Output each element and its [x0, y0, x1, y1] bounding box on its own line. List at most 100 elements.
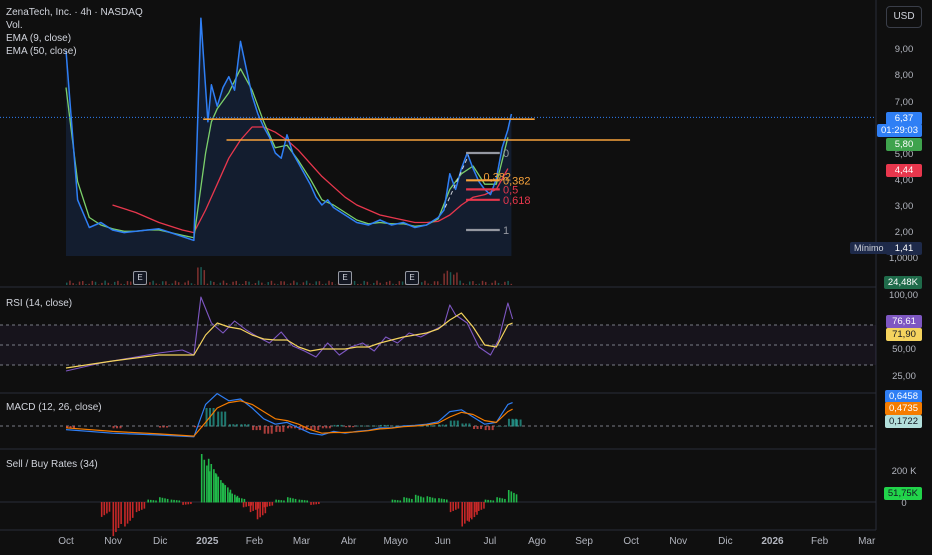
volume-bar: [312, 284, 314, 285]
macd-histogram-bar: [503, 426, 505, 427]
time-axis-label: Mar: [293, 536, 311, 547]
volume-bar: [399, 281, 401, 285]
volume-bar: [325, 284, 327, 285]
volume-bar: [82, 281, 84, 285]
earnings-badge[interactable]: E: [133, 271, 147, 285]
time-axis-label: Dic: [718, 536, 732, 547]
sellbuy-bar: [138, 502, 140, 511]
volume-bar: [79, 282, 81, 285]
sellbuy-bar: [490, 500, 492, 502]
macd-histogram-bar: [194, 426, 196, 427]
sellbuy-bar: [162, 498, 164, 503]
sellbuy-bar: [483, 502, 485, 509]
volume-bar: [207, 284, 209, 285]
macd-histogram-bar: [516, 420, 518, 427]
sellbuy-bar: [229, 492, 231, 502]
volume-bar: [315, 281, 317, 285]
volume-bar: [162, 281, 164, 285]
sellbuy-bar: [392, 500, 394, 503]
earnings-badge[interactable]: E: [405, 271, 419, 285]
volume-bar: [76, 284, 78, 285]
rsi-axis-label: 100,00: [885, 289, 922, 302]
macd-histogram-bar: [337, 425, 339, 427]
macd-histogram-bar: [477, 426, 479, 429]
sellbuy-bar: [266, 502, 268, 507]
rsi-axis-label: 25,00: [886, 370, 922, 383]
macd-pane-label[interactable]: MACD (12, 26, close): [6, 401, 102, 414]
macd-histogram-bar: [317, 426, 319, 430]
volume-bar: [485, 282, 487, 285]
sellbuy-bar: [474, 502, 476, 517]
macd-histogram-bar: [395, 426, 397, 427]
price-axis-label: 2,00: [886, 226, 922, 239]
volume-bar: [200, 267, 202, 285]
sellbuy-bar: [250, 502, 252, 512]
macd-histogram-bar: [368, 426, 370, 427]
macd-line: [66, 394, 513, 437]
sellbuy-bar: [471, 502, 473, 519]
macd-histogram-bar: [485, 426, 487, 430]
ema50-value-tag: 4,44: [886, 164, 922, 177]
currency-button[interactable]: USD: [886, 6, 922, 28]
sellbuy-bar: [290, 498, 292, 503]
sellbuy-bar: [443, 499, 445, 502]
sellbuy-bar: [173, 500, 175, 503]
volume-bar: [130, 282, 132, 285]
sellbuy-bar: [475, 502, 477, 512]
signal-value-tag: 0,4735: [885, 402, 922, 415]
price-axis-label: 9,00: [886, 43, 922, 56]
time-axis-label: Ago: [528, 536, 546, 547]
macd-histogram-bar: [116, 426, 118, 428]
volume-bar: [466, 284, 468, 285]
volume-bar: [482, 281, 484, 285]
sellbuy-bar: [406, 498, 408, 503]
volume-bar: [72, 283, 74, 285]
volume-bar: [255, 283, 257, 285]
volume-bar: [421, 282, 423, 285]
macd-histogram-bar: [236, 424, 238, 426]
sellbuy-bar: [101, 502, 103, 517]
sellbuy-bar: [420, 497, 422, 503]
sellbuy-bar: [306, 500, 308, 502]
volume-bar: [475, 284, 477, 285]
macd-histogram-bar: [488, 426, 490, 430]
macd-histogram-bar: [224, 412, 226, 427]
sellbuy-bar: [153, 500, 155, 502]
volume-bar: [511, 284, 513, 285]
macd-histogram-bar: [232, 424, 234, 426]
rsi-pane-label[interactable]: RSI (14, close): [6, 297, 72, 310]
macd-histogram-bar: [206, 408, 208, 427]
volume-bar: [306, 281, 308, 285]
sellbuy-bar: [109, 502, 111, 512]
sellbuy-bar: [178, 500, 180, 502]
ema50-indicator-label[interactable]: EMA (50, close): [6, 45, 143, 58]
sellbuy-bar: [188, 502, 190, 504]
volume-bar: [165, 281, 167, 285]
sellbuy-bar: [487, 500, 489, 503]
sellbuy-bar: [432, 498, 434, 503]
sellbuy-bar: [129, 502, 131, 521]
macd-histogram-bar: [329, 426, 331, 428]
sellbuy-bar: [513, 493, 515, 503]
earnings-badge[interactable]: E: [338, 271, 352, 285]
sellbuy-bar: [127, 502, 129, 524]
volume-bar: [287, 284, 289, 285]
macd-histogram-bar: [372, 426, 374, 427]
ema9-indicator-label[interactable]: EMA (9, close): [6, 32, 143, 45]
sellbuy-bar: [257, 502, 259, 519]
volume-bar: [331, 282, 333, 285]
volume-bar: [66, 283, 68, 285]
volume-bar: [389, 281, 391, 285]
symbol-title[interactable]: ZenaTech, Inc. · 4h · NASDAQ: [6, 6, 143, 19]
sellbuy-bar: [464, 502, 466, 524]
volume-bar: [357, 284, 359, 285]
sellbuy-bar: [113, 502, 115, 536]
sellbuy-pane-label[interactable]: Sell / Buy Rates (34): [6, 458, 98, 471]
macd-histogram-bar: [438, 425, 440, 427]
macd-histogram-bar: [282, 426, 284, 432]
volume-bar: [280, 281, 282, 285]
volume-indicator-label[interactable]: Vol.: [6, 19, 143, 32]
volume-bar: [184, 282, 186, 285]
macd-histogram-bar: [256, 426, 258, 430]
sellbuy-bar: [231, 494, 233, 503]
